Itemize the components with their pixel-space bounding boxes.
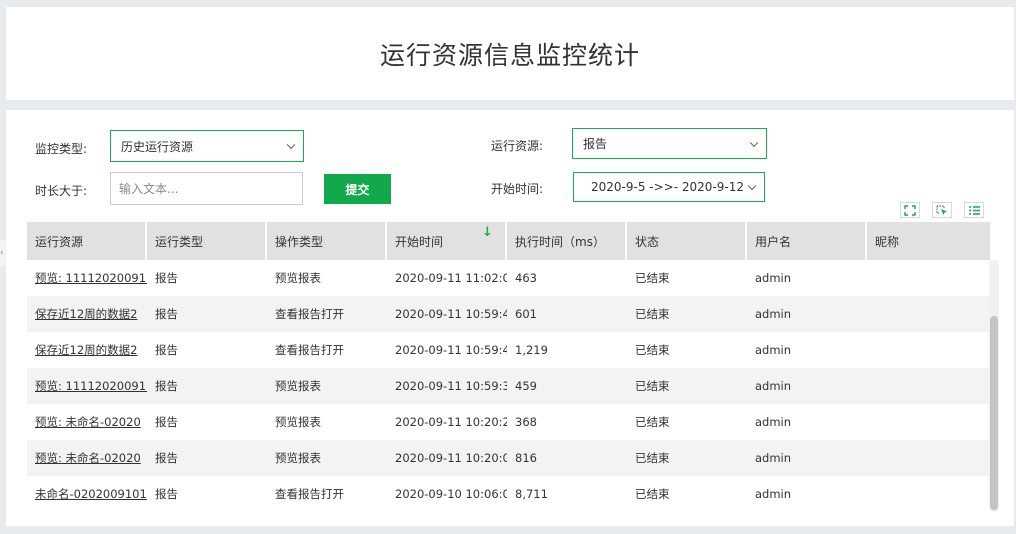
- chevron-down-icon: [286, 140, 296, 150]
- cell-run-type: 报告: [155, 415, 178, 429]
- chevron-down-icon: [747, 181, 757, 191]
- cell-status: 已结束: [635, 451, 670, 465]
- table-header: 运行资源 运行类型 操作类型 开始时间 ↓ 执行时间（ms） 状态 用户名 昵称: [27, 222, 990, 260]
- cell-exec-time: 1,219: [515, 343, 548, 357]
- table-row[interactable]: 预览: 111120200911 报告 预览报表 2020-09-11 10:59:3…: [27, 368, 990, 404]
- cell-start-time: 2020-09-11 10:59:4: [395, 307, 507, 321]
- fullscreen-icon[interactable]: [900, 202, 920, 218]
- table-row[interactable]: 预览: 未命名-02020 报告 预览报表 2020-09-11 10:20:2 368…: [27, 404, 990, 440]
- sort-descending-arrow-icon[interactable]: ↓: [482, 225, 493, 240]
- table-row[interactable]: 未命名-0202009101 报告 查看报告打开 2020-09-10 10:06:0…: [27, 476, 990, 512]
- column-header-start-time-label: 开始时间: [395, 234, 444, 249]
- cell-exec-time: 601: [515, 307, 537, 321]
- main-panel: 监控类型: 历史运行资源 运行资源: 报告 时长大于: 提交 开始时间: 202…: [6, 110, 1014, 526]
- cell-nickname: [867, 260, 990, 296]
- resource-select[interactable]: 报告: [572, 128, 767, 159]
- cell-username: admin: [755, 307, 792, 321]
- cell-nickname: [867, 368, 990, 404]
- cell-status: 已结束: [635, 379, 670, 393]
- column-header-run-type[interactable]: 运行类型: [147, 222, 267, 260]
- resource-value: 报告: [583, 137, 608, 151]
- duration-label: 时长大于:: [35, 184, 88, 198]
- column-header-operation-type[interactable]: 操作类型: [267, 222, 387, 260]
- select-cursor-icon[interactable]: [932, 202, 952, 218]
- cell-run-type: 报告: [155, 271, 178, 285]
- cell-status: 已结束: [635, 415, 670, 429]
- duration-input[interactable]: [110, 172, 303, 205]
- cell-operation-type: 查看报告打开: [275, 343, 344, 357]
- cell-exec-time: 8,711: [515, 487, 548, 501]
- cell-nickname: [867, 476, 990, 512]
- scrollbar-thumb[interactable]: [990, 316, 998, 510]
- cell-username: admin: [755, 451, 792, 465]
- cell-status: 已结束: [635, 343, 670, 357]
- monitor-type-label: 监控类型:: [35, 142, 88, 156]
- cell-start-time: 2020-09-10 10:06:0: [395, 487, 507, 501]
- cell-username: admin: [755, 343, 792, 357]
- list-icon[interactable]: [964, 202, 984, 218]
- cell-nickname: [867, 404, 990, 440]
- monitor-type-select[interactable]: 历史运行资源: [110, 130, 304, 162]
- column-header-start-time[interactable]: 开始时间 ↓: [387, 222, 507, 260]
- cell-exec-time: 463: [515, 271, 537, 285]
- cell-username: admin: [755, 415, 792, 429]
- resource-link[interactable]: 预览: 111120200911: [27, 368, 147, 404]
- cell-run-type: 报告: [155, 487, 178, 501]
- resource-link[interactable]: 预览: 未命名-02020: [27, 404, 147, 440]
- cell-nickname: [867, 440, 990, 476]
- table-row[interactable]: 保存近12周的数据2 报告 查看报告打开 2020-09-11 10:59:4 601 已…: [27, 296, 990, 332]
- column-header-status[interactable]: 状态: [627, 222, 747, 260]
- cell-status: 已结束: [635, 307, 670, 321]
- resource-link[interactable]: 预览: 111120200911: [27, 260, 147, 296]
- cell-username: admin: [755, 379, 792, 393]
- cell-username: admin: [755, 271, 792, 285]
- column-header-nickname[interactable]: 昵称: [867, 222, 990, 260]
- column-header-username[interactable]: 用户名: [747, 222, 867, 260]
- cell-start-time: 2020-09-11 10:20:2: [395, 415, 507, 429]
- cell-status: 已结束: [635, 271, 670, 285]
- column-header-exec-time[interactable]: 执行时间（ms）: [507, 222, 627, 260]
- chevron-down-icon: [749, 138, 759, 147]
- cell-run-type: 报告: [155, 307, 178, 321]
- start-time-range-picker[interactable]: 2020-9-5 ->>- 2020-9-12: [573, 172, 765, 202]
- page-title: 运行资源信息监控统计: [379, 40, 640, 70]
- cell-run-type: 报告: [155, 451, 178, 465]
- table-row[interactable]: 预览: 111120200911 报告 预览报表 2020-09-11 11:02:0…: [27, 260, 990, 296]
- cell-start-time: 2020-09-11 10:59:4: [395, 343, 507, 357]
- table-row[interactable]: 预览: 未命名-02020 报告 预览报表 2020-09-11 10:20:0 816…: [27, 440, 990, 476]
- table-scrollbar[interactable]: [989, 260, 999, 512]
- cell-nickname: [867, 296, 990, 332]
- cell-nickname: [867, 332, 990, 368]
- submit-button[interactable]: 提交: [324, 174, 391, 204]
- resource-link[interactable]: 未命名-0202009101: [27, 476, 147, 512]
- cell-operation-type: 查看报告打开: [275, 487, 344, 501]
- cell-username: admin: [755, 487, 792, 501]
- start-time-value: 2020-9-5 ->>- 2020-9-12: [591, 180, 744, 194]
- cell-run-type: 报告: [155, 343, 178, 357]
- cell-operation-type: 预览报表: [275, 271, 321, 285]
- table-row[interactable]: 保存近12周的数据2 报告 查看报告打开 2020-09-11 10:59:4 1,21…: [27, 332, 990, 368]
- cell-start-time: 2020-09-11 10:59:3: [395, 379, 507, 393]
- title-panel: 运行资源信息监控统计: [6, 7, 1014, 100]
- monitor-type-value: 历史运行资源: [121, 139, 194, 154]
- cell-exec-time: 816: [515, 451, 537, 465]
- cell-operation-type: 预览报表: [275, 379, 321, 393]
- resource-label: 运行资源:: [491, 139, 544, 153]
- cell-operation-type: 查看报告打开: [275, 307, 344, 321]
- resource-link[interactable]: 预览: 未命名-02020: [27, 440, 147, 476]
- cell-start-time: 2020-09-11 11:02:0: [395, 271, 507, 285]
- start-time-label: 开始时间:: [491, 182, 544, 196]
- cell-status: 已结束: [635, 487, 670, 501]
- resource-table: 运行资源 运行类型 操作类型 开始时间 ↓ 执行时间（ms） 状态 用户名 昵称…: [27, 222, 990, 512]
- column-header-resource[interactable]: 运行资源: [27, 222, 147, 260]
- cell-exec-time: 459: [515, 379, 537, 393]
- cell-operation-type: 预览报表: [275, 451, 321, 465]
- cell-exec-time: 368: [515, 415, 537, 429]
- cell-start-time: 2020-09-11 10:20:0: [395, 451, 507, 465]
- resource-link[interactable]: 保存近12周的数据2: [27, 296, 147, 332]
- resource-link[interactable]: 保存近12周的数据2: [27, 332, 147, 368]
- table-body: 预览: 111120200911 报告 预览报表 2020-09-11 11:02:0…: [27, 260, 990, 512]
- cell-operation-type: 预览报表: [275, 415, 321, 429]
- cell-run-type: 报告: [155, 379, 178, 393]
